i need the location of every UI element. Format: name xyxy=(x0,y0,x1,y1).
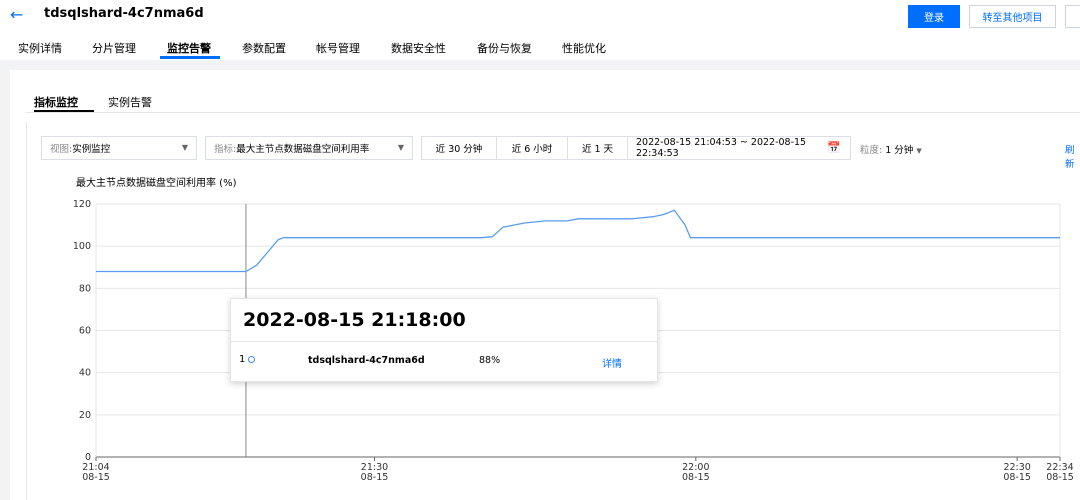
y-tick-label: 40 xyxy=(79,368,91,379)
x-tick-date: 08-15 xyxy=(361,472,389,483)
series-line xyxy=(96,209,1060,273)
x-tick-date: 08-15 xyxy=(682,472,710,483)
x-tick-date: 08-15 xyxy=(1003,472,1031,483)
x-tick-date: 08-15 xyxy=(82,472,110,483)
x-tick-date: 08-15 xyxy=(1046,472,1074,483)
tooltip-details-link[interactable]: 详情 xyxy=(602,355,622,370)
y-tick-label: 100 xyxy=(73,241,91,252)
y-tick-label: 120 xyxy=(73,199,91,210)
tooltip-value: 88% xyxy=(479,355,501,366)
tooltip-index: 1 xyxy=(239,354,246,365)
y-tick-label: 80 xyxy=(79,283,91,294)
series-marker-icon xyxy=(248,356,255,363)
tooltip-series-name: tdsqlshard-4c7nma6d xyxy=(308,355,425,366)
line-chart: 02040608010012021:0408-1521:3008-1522:00… xyxy=(73,199,1074,483)
chart-tooltip: 2022-08-15 21:18:00 1 tdsqlshard-4c7nma6… xyxy=(230,298,658,382)
tooltip-time: 2022-08-15 21:18:00 xyxy=(243,309,466,331)
y-tick-label: 20 xyxy=(79,410,91,421)
y-tick-label: 60 xyxy=(79,326,91,337)
tooltip-divider xyxy=(231,341,657,342)
